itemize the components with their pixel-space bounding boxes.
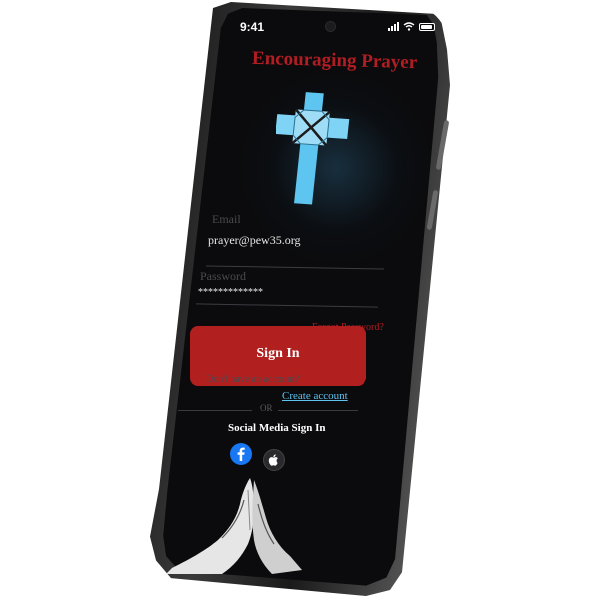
apple-icon xyxy=(268,454,278,466)
battery-icon xyxy=(419,22,435,31)
create-account-link[interactable]: Create account xyxy=(282,390,348,402)
facebook-sign-in-button[interactable] xyxy=(230,443,252,465)
signal-icon xyxy=(388,22,399,31)
email-field[interactable]: prayer@pew35.org xyxy=(208,233,300,248)
apple-sign-in-button[interactable] xyxy=(263,449,285,471)
cross-logo-icon xyxy=(276,92,350,205)
status-time: 9:41 xyxy=(240,20,265,34)
wifi-icon xyxy=(403,22,415,31)
sign-in-label: Sign In xyxy=(256,346,300,361)
email-label: Email xyxy=(212,212,241,226)
password-label: Password xyxy=(200,269,247,283)
or-label: OR xyxy=(260,403,273,413)
social-sign-in-heading: Social Media Sign In xyxy=(228,422,326,434)
divider-line-left xyxy=(178,410,252,411)
password-field[interactable]: ************* xyxy=(198,287,263,298)
front-camera xyxy=(326,22,335,31)
app-title: Encouraging Prayer xyxy=(251,47,418,74)
status-icons xyxy=(388,22,435,31)
divider-line-right xyxy=(278,410,358,411)
device-mockup: 9:41 Encouraging Prayer Email prayer@pew… xyxy=(0,0,600,600)
or-divider: OR xyxy=(178,403,358,417)
praying-hands-icon xyxy=(166,478,302,574)
no-account-text: Don't have an account? xyxy=(206,374,300,385)
facebook-icon xyxy=(237,447,245,461)
